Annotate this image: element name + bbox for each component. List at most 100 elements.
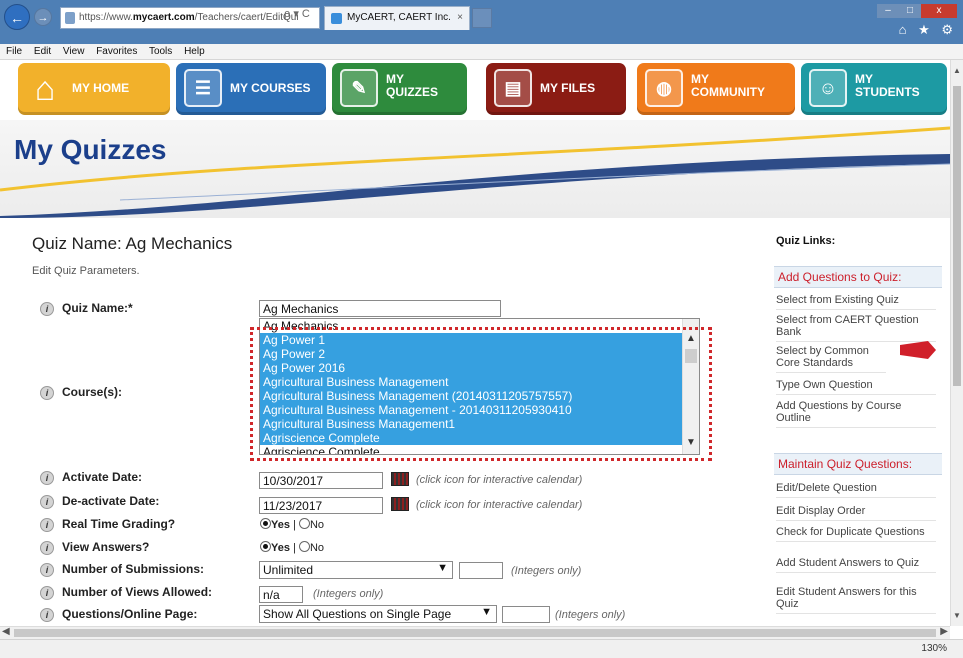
house-icon: ⌂ bbox=[34, 70, 56, 108]
site-favicon-icon bbox=[331, 13, 342, 24]
address-domain: mycaert.com bbox=[132, 12, 195, 23]
nav-my-students[interactable]: ☺ My Students bbox=[801, 63, 947, 115]
nav-label: My Students bbox=[855, 72, 920, 99]
link-select-common-core[interactable]: Select by Common Core Standards bbox=[776, 345, 886, 373]
maintain-questions-heading: Maintain Quiz Questions: bbox=[774, 453, 942, 475]
address-bar[interactable]: https://www.mycaert.com/Teachers/caert/E… bbox=[60, 7, 320, 29]
menu-favorites[interactable]: Favorites bbox=[96, 46, 137, 57]
page-horizontal-scrollbar[interactable]: ◀ ▶ bbox=[0, 626, 950, 639]
link-select-caert-question-bank[interactable]: Select from CAERT Question Bank bbox=[776, 314, 936, 342]
views-allowed-label: i Number of Views Allowed: bbox=[40, 585, 212, 600]
nav-label: My Home bbox=[72, 81, 130, 95]
nav-my-quizzes[interactable]: ✎ My Quizzes bbox=[332, 63, 467, 115]
nav-my-community[interactable]: ◍ My Community bbox=[637, 63, 795, 115]
scroll-thumb[interactable] bbox=[14, 629, 936, 637]
menu-view[interactable]: View bbox=[63, 46, 85, 57]
radio-yes[interactable] bbox=[260, 541, 271, 552]
tab-close-icon[interactable]: × bbox=[457, 7, 463, 29]
lock-icon bbox=[65, 12, 75, 24]
submissions-number-input[interactable] bbox=[459, 562, 503, 579]
page-vertical-scrollbar[interactable]: ▲ ▼ bbox=[950, 60, 963, 626]
menu-tools[interactable]: Tools bbox=[149, 46, 172, 57]
questions-per-page-select[interactable]: Show All Questions on Single Page ▼ bbox=[259, 605, 497, 623]
info-icon[interactable]: i bbox=[40, 517, 54, 532]
integers-hint: (Integers only) bbox=[555, 609, 626, 621]
quiz-name-heading: Quiz Name: Ag Mechanics bbox=[32, 234, 233, 253]
calendar-hint: (click icon for interactive calendar) bbox=[416, 474, 583, 486]
scroll-right-icon[interactable]: ▶ bbox=[940, 626, 948, 637]
calendar-icon[interactable] bbox=[391, 497, 409, 511]
maximize-icon[interactable]: □ bbox=[899, 4, 921, 18]
activate-date-input[interactable]: 10/30/2017 bbox=[259, 472, 383, 489]
link-edit-student-answers[interactable]: Edit Student Answers for this Quiz bbox=[776, 586, 936, 614]
info-icon[interactable]: i bbox=[40, 607, 54, 622]
info-icon[interactable]: i bbox=[40, 385, 54, 400]
scroll-up-icon[interactable]: ▲ bbox=[953, 66, 961, 75]
nav-my-home[interactable]: ⌂ My Home bbox=[18, 63, 170, 115]
radio-no[interactable] bbox=[298, 541, 310, 552]
pencil-icon: ✎ bbox=[340, 69, 378, 107]
radio-no[interactable] bbox=[298, 518, 310, 529]
view-answers-label: i View Answers? bbox=[40, 540, 149, 555]
info-icon[interactable]: i bbox=[40, 494, 54, 509]
window-controls: – □ x bbox=[877, 2, 957, 18]
site-navigation: ⌂ My Home ☰ My Courses ✎ My Quizzes ▤ My … bbox=[0, 60, 950, 120]
link-add-student-answers[interactable]: Add Student Answers to Quiz bbox=[776, 557, 936, 573]
nav-my-files[interactable]: ▤ My Files bbox=[486, 63, 626, 115]
questions-per-page-label: i Questions/Online Page: bbox=[40, 607, 197, 622]
menu-help[interactable]: Help bbox=[184, 46, 205, 57]
info-icon[interactable]: i bbox=[40, 540, 54, 555]
address-controls[interactable]: ρ ▾ C bbox=[284, 7, 310, 20]
calendar-hint: (click icon for interactive calendar) bbox=[416, 499, 583, 511]
face-icon: ☺ bbox=[809, 69, 847, 107]
edit-parameters-subheading: Edit Quiz Parameters. bbox=[32, 265, 140, 277]
info-icon[interactable]: i bbox=[40, 562, 54, 577]
toolbar-icons[interactable]: ⌂ ★ ⚙ bbox=[899, 22, 957, 38]
quiz-name-input[interactable]: Ag Mechanics bbox=[259, 300, 501, 317]
page-title: My Quizzes bbox=[14, 134, 167, 165]
deactivate-date-input[interactable]: 11/23/2017 bbox=[259, 497, 383, 514]
questions-per-page-input[interactable] bbox=[502, 606, 550, 623]
new-badge-icon bbox=[900, 341, 936, 359]
nav-label: My Community bbox=[691, 72, 765, 99]
link-edit-delete-question[interactable]: Edit/Delete Question bbox=[776, 482, 936, 498]
info-icon[interactable]: i bbox=[40, 585, 54, 600]
submissions-label: i Number of Submissions: bbox=[40, 562, 204, 577]
zoom-level[interactable]: 130% bbox=[921, 643, 947, 654]
forward-arrow-icon[interactable]: → bbox=[34, 8, 52, 26]
link-add-by-course-outline[interactable]: Add Questions by Course Outline bbox=[776, 400, 936, 428]
nav-my-courses[interactable]: ☰ My Courses bbox=[176, 63, 326, 115]
scroll-left-icon[interactable]: ◀ bbox=[2, 626, 10, 637]
back-arrow-icon[interactable]: ← bbox=[4, 4, 30, 30]
menu-file[interactable]: File bbox=[6, 46, 22, 57]
real-time-grading-label: i Real Time Grading? bbox=[40, 517, 175, 532]
new-tab-button[interactable] bbox=[472, 8, 492, 28]
link-type-own-question[interactable]: Type Own Question bbox=[776, 379, 936, 395]
deactivate-date-label: i De-activate Date: bbox=[40, 494, 159, 509]
info-icon[interactable]: i bbox=[40, 470, 54, 485]
info-icon[interactable]: i bbox=[40, 301, 54, 316]
calendar-icon[interactable] bbox=[391, 472, 409, 486]
quiz-name-label: i Quiz Name:* bbox=[40, 301, 133, 316]
courses-label: i Course(s): bbox=[40, 385, 122, 400]
close-window-icon[interactable]: x bbox=[921, 4, 957, 18]
status-bar: 130% bbox=[0, 639, 963, 658]
integers-hint: (Integers only) bbox=[313, 588, 384, 600]
menu-bar: File Edit View Favorites Tools Help bbox=[0, 44, 963, 60]
minimize-icon[interactable]: – bbox=[877, 4, 899, 18]
browser-tab[interactable]: MyCAERT, CAERT Inc. × bbox=[324, 6, 470, 30]
radio-yes[interactable] bbox=[260, 518, 271, 529]
link-check-duplicates[interactable]: Check for Duplicate Questions bbox=[776, 526, 936, 542]
link-select-existing-quiz[interactable]: Select from Existing Quiz bbox=[776, 294, 936, 310]
nav-label: My Courses bbox=[230, 81, 311, 95]
nav-label: My Files bbox=[540, 81, 596, 95]
scroll-down-icon[interactable]: ▼ bbox=[953, 611, 961, 620]
scroll-thumb[interactable] bbox=[953, 86, 961, 386]
menu-edit[interactable]: Edit bbox=[34, 46, 51, 57]
views-allowed-input[interactable]: n/a bbox=[259, 586, 303, 603]
list-icon: ☰ bbox=[184, 69, 222, 107]
integers-hint: (Integers only) bbox=[511, 565, 582, 577]
link-edit-display-order[interactable]: Edit Display Order bbox=[776, 505, 936, 521]
submissions-select[interactable]: Unlimited ▼ bbox=[259, 561, 453, 579]
globe-icon: ◍ bbox=[645, 69, 683, 107]
